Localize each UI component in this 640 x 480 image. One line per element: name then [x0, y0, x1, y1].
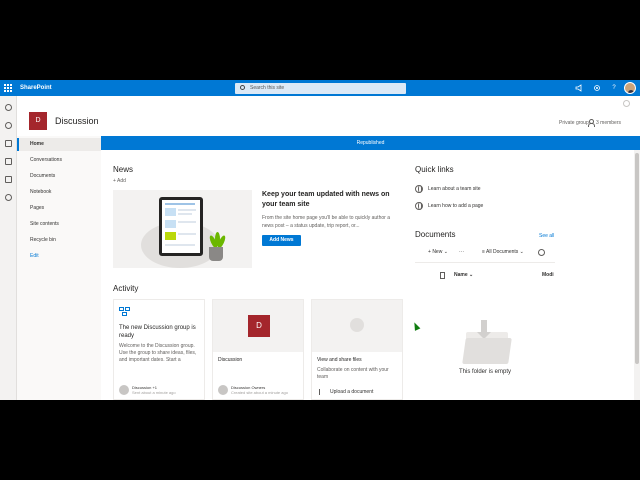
avatar: [218, 385, 228, 395]
news-body: From the site home page you'll be able t…: [262, 215, 390, 229]
app-name[interactable]: SharePoint: [20, 83, 52, 93]
globe-icon[interactable]: [5, 122, 12, 129]
app-rail: [0, 96, 17, 400]
upload-document-link[interactable]: Upload a document: [330, 390, 373, 395]
activity-card-time: Sent about a minute ago: [132, 390, 176, 395]
activity-card-files[interactable]: View and share files Collaborate on cont…: [311, 299, 403, 400]
list-icon[interactable]: [5, 176, 12, 183]
empty-folder-text: This folder is empty: [458, 369, 512, 375]
file-icon[interactable]: [5, 158, 12, 165]
person-icon: [588, 119, 595, 127]
privacy-label: Private group: [559, 120, 589, 126]
group-icon: [119, 307, 132, 318]
mouse-cursor: [411, 321, 421, 331]
nav-item-conversations[interactable]: Conversations: [17, 154, 101, 167]
quick-link-item[interactable]: Learn how to add a page: [415, 202, 483, 210]
site-title[interactable]: Discussion: [55, 115, 99, 127]
globe-icon: [415, 185, 423, 193]
search-placeholder[interactable]: Search this site: [250, 84, 284, 93]
scrollbar[interactable]: [634, 150, 640, 400]
share-icon: [350, 318, 364, 332]
nav-item-recycle-bin[interactable]: Recycle bin: [17, 234, 101, 247]
home-icon[interactable]: [5, 104, 12, 111]
see-all-link[interactable]: See all: [539, 233, 554, 240]
activity-card-time: Created site about a minute ago: [231, 390, 288, 395]
add-news-button[interactable]: Add News: [262, 235, 301, 246]
file-type-icon[interactable]: [440, 272, 445, 279]
news-icon[interactable]: [5, 140, 12, 147]
column-name[interactable]: Name ⌄: [454, 272, 473, 279]
megaphone-icon[interactable]: [575, 84, 583, 92]
activity-card-desc: Welcome to the Discussion group. Use the…: [119, 343, 197, 363]
activity-card-group[interactable]: The new Discussion group is ready Welcom…: [113, 299, 205, 400]
add-icon[interactable]: [5, 194, 12, 201]
news-heading: News: [113, 165, 134, 174]
activity-card-title: View and share files: [317, 357, 362, 363]
settings-icon[interactable]: [593, 84, 601, 92]
more-options-icon[interactable]: ···: [459, 249, 464, 256]
activity-card-desc: Collaborate on content with your team: [317, 367, 389, 380]
activity-card-title: Discussion: [218, 357, 243, 363]
news-illustration: [113, 190, 252, 268]
activity-heading: Activity: [113, 284, 139, 293]
new-button[interactable]: + New ⌄: [428, 249, 448, 256]
globe-icon: [415, 202, 423, 210]
nav-item-documents[interactable]: Documents: [17, 170, 101, 183]
nav-item-site-contents[interactable]: Site contents: [17, 218, 101, 231]
plant-illustration: [209, 247, 223, 261]
nav-item-pages[interactable]: Pages: [17, 202, 101, 215]
activity-card-title: The new Discussion group is ready: [119, 325, 196, 339]
search-box[interactable]: Search this site: [235, 83, 406, 94]
news-add-button[interactable]: + Add: [113, 178, 126, 185]
column-modified[interactable]: Modi: [542, 272, 554, 279]
help-icon[interactable]: ?: [610, 84, 618, 92]
upload-icon: [319, 389, 322, 395]
quick-link-item[interactable]: Learn about a team site: [415, 185, 481, 193]
expand-icon[interactable]: [623, 100, 630, 107]
quick-links-heading: Quick links: [415, 165, 454, 174]
suite-bar: SharePoint Search this site ?: [0, 80, 640, 96]
tablet-illustration: [159, 197, 203, 256]
info-icon[interactable]: [538, 249, 545, 256]
nav-item-home[interactable]: Home: [17, 138, 101, 151]
news-headline: Keep your team updated with news on your…: [262, 191, 390, 208]
waffle-icon[interactable]: [4, 84, 12, 92]
scrollbar-thumb[interactable]: [635, 153, 639, 364]
sharepoint-window: SharePoint Search this site ? D Discussi…: [0, 80, 640, 400]
documents-heading: Documents: [415, 230, 456, 239]
view-selector[interactable]: ≡ All Documents ⌄: [482, 249, 524, 256]
members-link[interactable]: 3 members: [596, 119, 621, 127]
nav-item-notebook[interactable]: Notebook: [17, 186, 101, 199]
avatar: [119, 385, 129, 395]
site-logo-thumbnail: D: [248, 315, 270, 337]
empty-folder-illustration: [462, 320, 512, 366]
left-navigation: Home Conversations Documents Notebook Pa…: [17, 136, 101, 400]
republished-banner: Republished: [101, 136, 640, 150]
nav-edit-link[interactable]: Edit: [17, 250, 101, 263]
site-logo[interactable]: D: [29, 112, 47, 130]
profile-avatar[interactable]: [624, 82, 636, 94]
search-icon: [240, 85, 245, 90]
activity-card-site[interactable]: D Discussion Discussion Owners Created s…: [212, 299, 304, 400]
